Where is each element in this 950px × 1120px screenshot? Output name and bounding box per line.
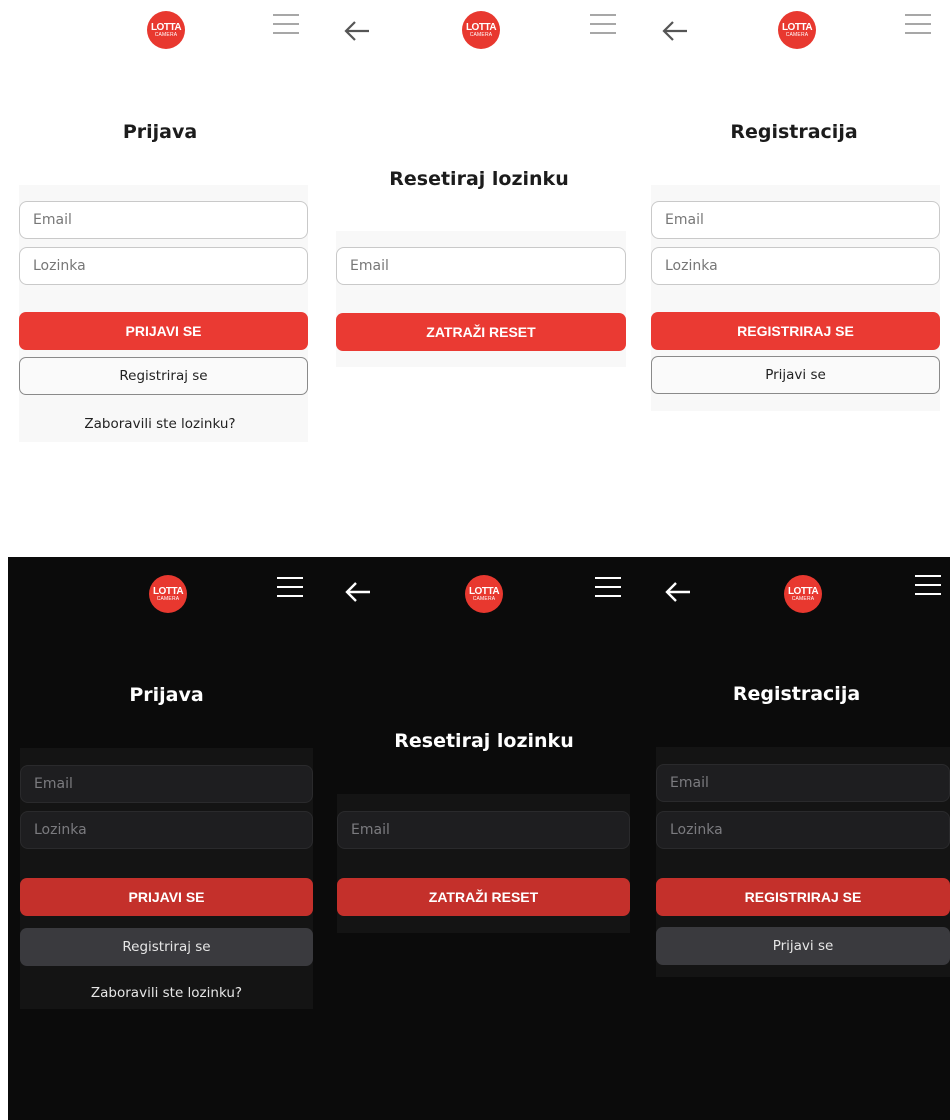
page-title: Resetiraj lozinku	[389, 168, 569, 190]
request-reset-button[interactable]: ZATRAŽI RESET	[337, 878, 630, 916]
email-field[interactable]	[337, 811, 630, 849]
email-field[interactable]	[19, 201, 308, 239]
hamburger-menu-icon[interactable]	[277, 576, 303, 598]
register-submit-button[interactable]: REGISTRIRAJ SE	[656, 878, 950, 916]
register-submit-button[interactable]: REGISTRIRAJ SE	[651, 312, 940, 350]
login-button[interactable]: PRIJAVI SE	[19, 312, 308, 350]
hamburger-menu-icon[interactable]	[915, 574, 941, 596]
page-title: Registracija	[732, 683, 861, 705]
lotta-camera-logo[interactable]: LOTTA CAMERA	[778, 11, 816, 49]
reset-screen-dark: LOTTACAMERA Resetiraj lozinku ZATRAŽI RE…	[325, 557, 643, 1120]
login-link-button[interactable]: Prijavi se	[651, 356, 940, 394]
page-title: Prijava	[129, 684, 204, 706]
forgot-password-link[interactable]: Zaboravili ste lozinku?	[0, 416, 320, 432]
arrow-left-icon[interactable]	[345, 581, 371, 603]
email-field[interactable]	[20, 765, 313, 803]
request-reset-button[interactable]: ZATRAŽI RESET	[336, 313, 626, 351]
hamburger-menu-icon[interactable]	[595, 576, 621, 598]
lotta-camera-logo[interactable]: LOTTA CAMERA	[462, 11, 500, 49]
hamburger-menu-icon[interactable]	[905, 13, 931, 35]
register-button[interactable]: Registriraj se	[19, 357, 308, 395]
arrow-left-icon[interactable]	[344, 20, 370, 42]
lotta-camera-logo[interactable]: LOTTA CAMERA	[149, 575, 187, 613]
lotta-camera-logo[interactable]: LOTTA CAMERA	[147, 11, 185, 49]
email-field[interactable]	[651, 201, 940, 239]
hamburger-menu-icon[interactable]	[273, 13, 299, 35]
password-field[interactable]	[651, 247, 940, 285]
page-title: Registracija	[730, 121, 858, 143]
register-screen-dark: LOTTACAMERA Registracija REGISTRIRAJ SE …	[643, 557, 950, 1120]
lotta-camera-logo[interactable]: LOTTA CAMERA	[465, 575, 503, 613]
lotta-camera-logo[interactable]: LOTTA CAMERA	[784, 575, 822, 613]
forgot-password-link[interactable]: Zaboravili ste lozinku?	[8, 985, 325, 1001]
reset-screen-light: LOTTACAMERA Resetiraj lozinku ZATRAŽI RE…	[320, 0, 638, 470]
email-field[interactable]	[336, 247, 626, 285]
login-screen-dark: LOTTACAMERA Prijava PRIJAVI SE Registrir…	[8, 557, 325, 1120]
hamburger-menu-icon[interactable]	[590, 13, 616, 35]
page-title: Prijava	[122, 121, 198, 143]
login-screen-light: LOTTACAMERA Prijava PRIJAVI SE Registrir…	[0, 0, 320, 470]
page-title: Resetiraj lozinku	[394, 730, 574, 752]
login-button[interactable]: PRIJAVI SE	[20, 878, 313, 916]
arrow-left-icon[interactable]	[665, 581, 691, 603]
password-field[interactable]	[20, 811, 313, 849]
password-field[interactable]	[656, 811, 950, 849]
email-field[interactable]	[656, 764, 950, 802]
arrow-left-icon[interactable]	[662, 20, 688, 42]
register-button[interactable]: Registriraj se	[20, 928, 313, 966]
password-field[interactable]	[19, 247, 308, 285]
login-link-button[interactable]: Prijavi se	[656, 927, 950, 965]
register-screen-light: LOTTACAMERA Registracija REGISTRIRAJ SE …	[638, 0, 950, 470]
